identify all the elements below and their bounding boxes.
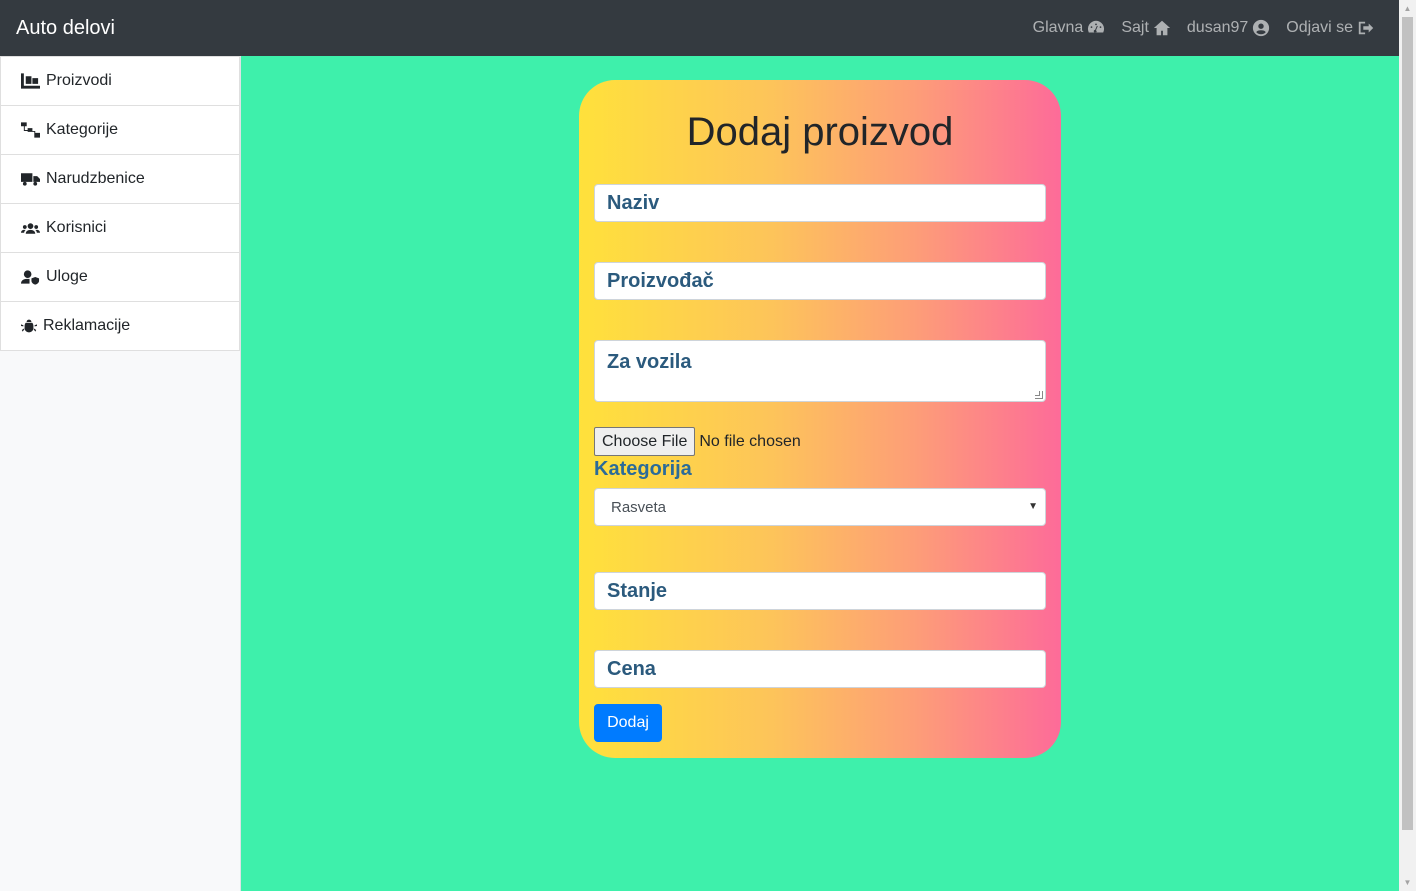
home-icon	[1153, 20, 1171, 36]
sidebar-item-korisnici[interactable]: Korisnici	[0, 203, 240, 253]
sidebar-item-reklamacije[interactable]: Reklamacije	[0, 301, 240, 351]
sidebar-item-label: Narudzbenice	[46, 170, 145, 187]
dashboard-icon	[1088, 20, 1105, 33]
pallet-icon	[21, 73, 40, 89]
main-content: Dodaj proizvod Naziv Proizvođač Za vozil…	[241, 56, 1399, 891]
sidebar-item-kategorije[interactable]: Kategorije	[0, 105, 240, 155]
nav-link-label: Sajt	[1121, 19, 1149, 36]
sidebar-item-label: Proizvodi	[46, 72, 112, 89]
scroll-down-icon[interactable]: ▼	[1399, 874, 1416, 891]
sidebar-item-label: Uloge	[46, 268, 88, 285]
user-circle-icon	[1253, 19, 1270, 37]
za-vozila-textarea[interactable]: Za vozila	[594, 340, 1046, 402]
scroll-thumb[interactable]	[1402, 17, 1413, 830]
nav-link-label: Odjavi se	[1286, 19, 1353, 36]
sign-out-icon	[1358, 21, 1374, 35]
kategorija-label: Kategorija	[594, 458, 692, 480]
kategorija-selected-value: Rasveta	[611, 498, 667, 516]
nav-link-label: Glavna	[1032, 19, 1084, 36]
top-navbar: Auto delovi Glavna Sajt dusan97 Odjavi s…	[0, 0, 1399, 56]
caret-down-icon: ▼	[1028, 501, 1038, 512]
page-title: Dodaj proizvod	[686, 110, 954, 154]
resize-handle[interactable]	[1035, 391, 1043, 399]
vertical-scrollbar[interactable]: ▲ ▼	[1399, 0, 1416, 891]
nav-link-sajt[interactable]: Sajt	[1121, 19, 1171, 37]
sitemap-icon	[21, 122, 40, 138]
choose-file-button[interactable]: Choose File	[594, 427, 696, 456]
sidebar-item-proizvodi[interactable]: Proizvodi	[0, 56, 240, 106]
sidebar-item-label: Reklamacije	[43, 317, 131, 334]
sidebar-item-narudzbenice[interactable]: Narudzbenice	[0, 154, 240, 204]
cena-input[interactable]: Cena	[594, 650, 1046, 688]
bug-icon	[21, 319, 37, 333]
nav-link-odjavi[interactable]: Odjavi se	[1286, 19, 1375, 37]
nav-link-label: dusan97	[1186, 19, 1249, 36]
sidebar-item-uloge[interactable]: Uloge	[0, 252, 240, 302]
add-product-card: Dodaj proizvod Naziv Proizvođač Za vozil…	[579, 80, 1061, 758]
users-icon	[21, 223, 40, 234]
sidebar-item-label: Kategorije	[46, 121, 119, 138]
naziv-input[interactable]: Naziv	[594, 184, 1046, 222]
nav-link-glavna[interactable]: Glavna	[1033, 19, 1106, 37]
user-shield-icon	[21, 270, 40, 285]
proizvodjac-input[interactable]: Proizvođač	[594, 262, 1046, 300]
sidebar: Proizvodi Kategorije Narudzbenice Korisn…	[0, 56, 241, 891]
sidebar-item-label: Korisnici	[46, 219, 107, 236]
truck-icon	[21, 173, 40, 186]
file-input: Choose File No file chosen	[594, 427, 801, 456]
nav-link-user[interactable]: dusan97	[1187, 19, 1270, 37]
dodaj-button[interactable]: Dodaj	[594, 704, 662, 742]
kategorija-select[interactable]: Rasveta ▼	[594, 488, 1046, 526]
brand-title[interactable]: Auto delovi	[16, 16, 115, 40]
za-vozila-placeholder: Za vozila	[607, 351, 692, 373]
file-status: No file chosen	[699, 432, 801, 450]
scroll-up-icon[interactable]: ▲	[1399, 0, 1416, 17]
nav-links: Glavna Sajt dusan97 Odjavi se	[1033, 0, 1375, 56]
stanje-input[interactable]: Stanje	[594, 572, 1046, 610]
